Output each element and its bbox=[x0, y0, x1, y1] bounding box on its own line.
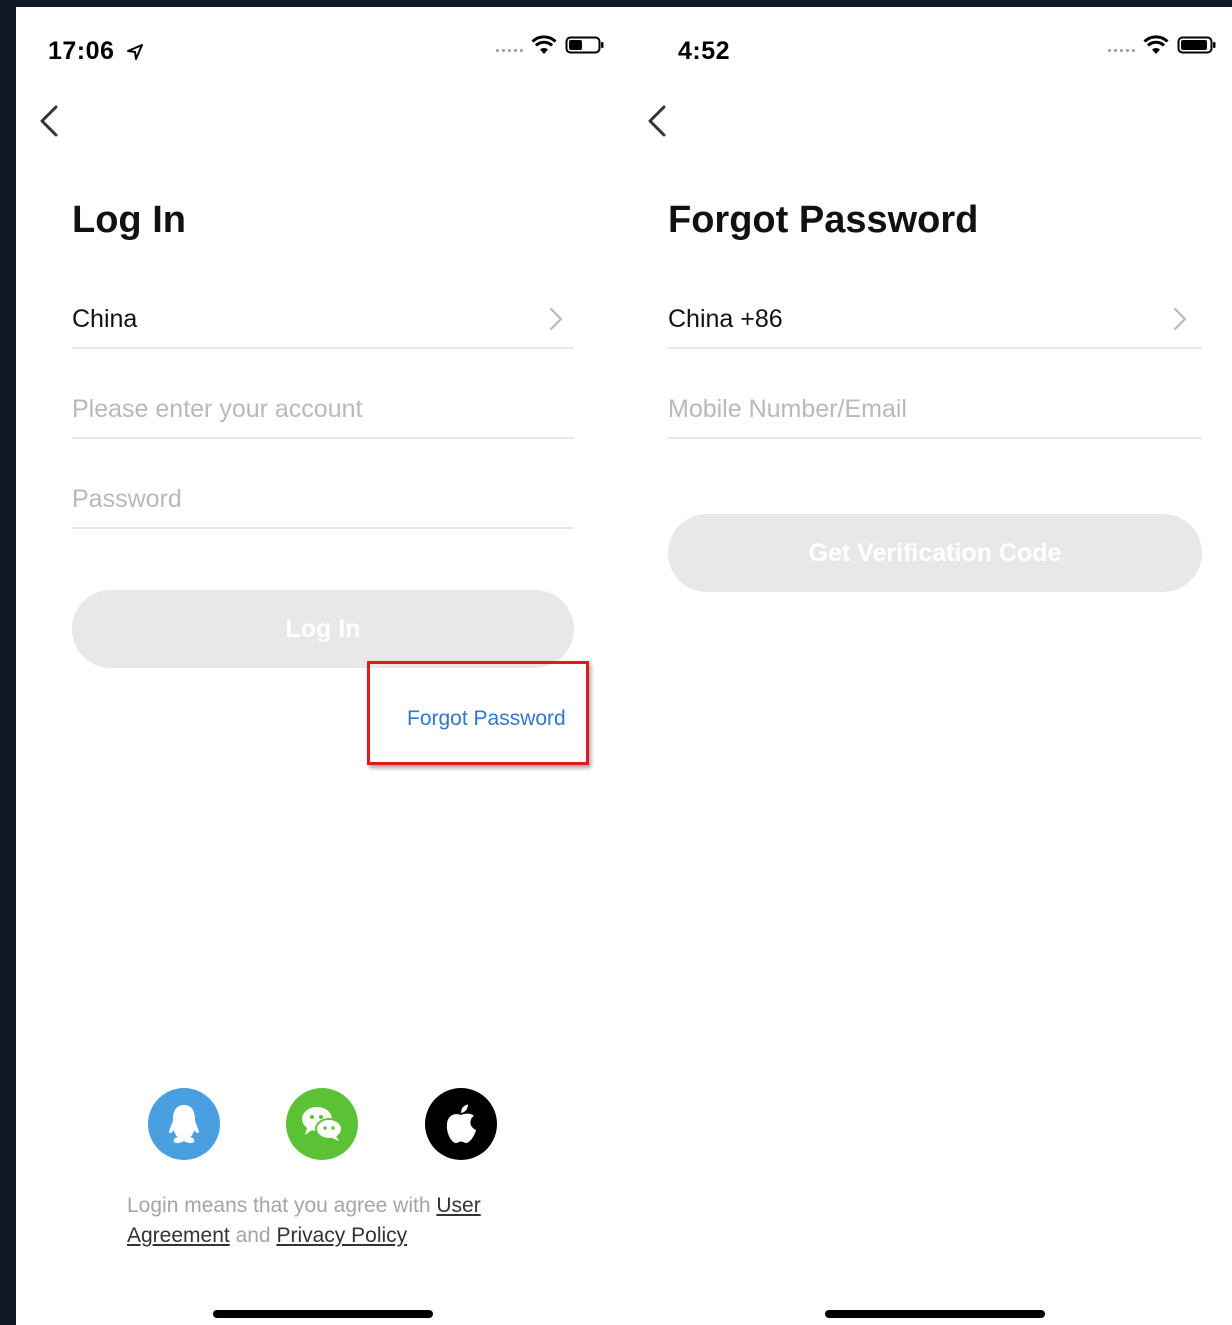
contact-field bbox=[668, 381, 1202, 439]
battery-icon bbox=[565, 36, 604, 54]
password-input[interactable] bbox=[72, 471, 574, 527]
home-indicator bbox=[213, 1310, 433, 1318]
page-title: Forgot Password bbox=[668, 199, 979, 241]
login-screen: 17:06 Log In China Log In bbox=[16, 7, 628, 1325]
back-button[interactable] bbox=[644, 101, 674, 141]
home-indicator bbox=[825, 1310, 1045, 1318]
chevron-right-icon bbox=[550, 308, 562, 330]
agreement-text: Login means that you agree with User Agr… bbox=[127, 1191, 547, 1251]
account-input[interactable] bbox=[72, 381, 574, 437]
login-button[interactable]: Log In bbox=[72, 590, 574, 668]
apple-icon bbox=[446, 1104, 476, 1143]
battery-icon bbox=[1177, 36, 1216, 54]
contact-input[interactable] bbox=[668, 381, 1202, 437]
wifi-icon bbox=[1143, 35, 1169, 54]
account-field bbox=[72, 381, 574, 439]
privacy-policy-link[interactable]: Privacy Policy bbox=[276, 1224, 407, 1247]
forgot-password-screen: 4:52 Forgot Password China +86 Get Verif… bbox=[628, 7, 1232, 1325]
wechat-login-button[interactable] bbox=[286, 1088, 358, 1160]
status-indicators bbox=[496, 35, 605, 55]
back-button[interactable] bbox=[36, 101, 66, 141]
wifi-icon bbox=[531, 35, 557, 54]
page-title: Log In bbox=[72, 199, 186, 241]
password-field bbox=[72, 471, 574, 529]
chevron-right-icon bbox=[1174, 308, 1186, 330]
qq-login-button[interactable] bbox=[148, 1088, 220, 1160]
signal-icon bbox=[496, 48, 523, 52]
qq-icon bbox=[169, 1105, 199, 1144]
status-time: 4:52 bbox=[678, 37, 731, 65]
agreement-joiner: and bbox=[229, 1224, 277, 1247]
chevron-left-icon bbox=[648, 105, 666, 137]
status-time: 17:06 bbox=[48, 37, 144, 66]
get-verification-code-button[interactable]: Get Verification Code bbox=[668, 514, 1202, 592]
region-label: China +86 bbox=[668, 304, 783, 333]
location-arrow-icon bbox=[126, 44, 143, 61]
region-label: China bbox=[72, 304, 138, 333]
region-selector[interactable]: China +86 bbox=[668, 291, 1202, 349]
agreement-prefix: Login means that you agree with bbox=[127, 1194, 437, 1217]
highlight-box bbox=[367, 661, 589, 765]
region-selector[interactable]: China bbox=[72, 291, 574, 349]
signal-icon bbox=[1108, 48, 1135, 52]
status-indicators bbox=[1108, 35, 1217, 55]
apple-login-button[interactable] bbox=[425, 1088, 497, 1160]
chevron-left-icon bbox=[40, 105, 58, 137]
wechat-icon bbox=[302, 1107, 343, 1141]
